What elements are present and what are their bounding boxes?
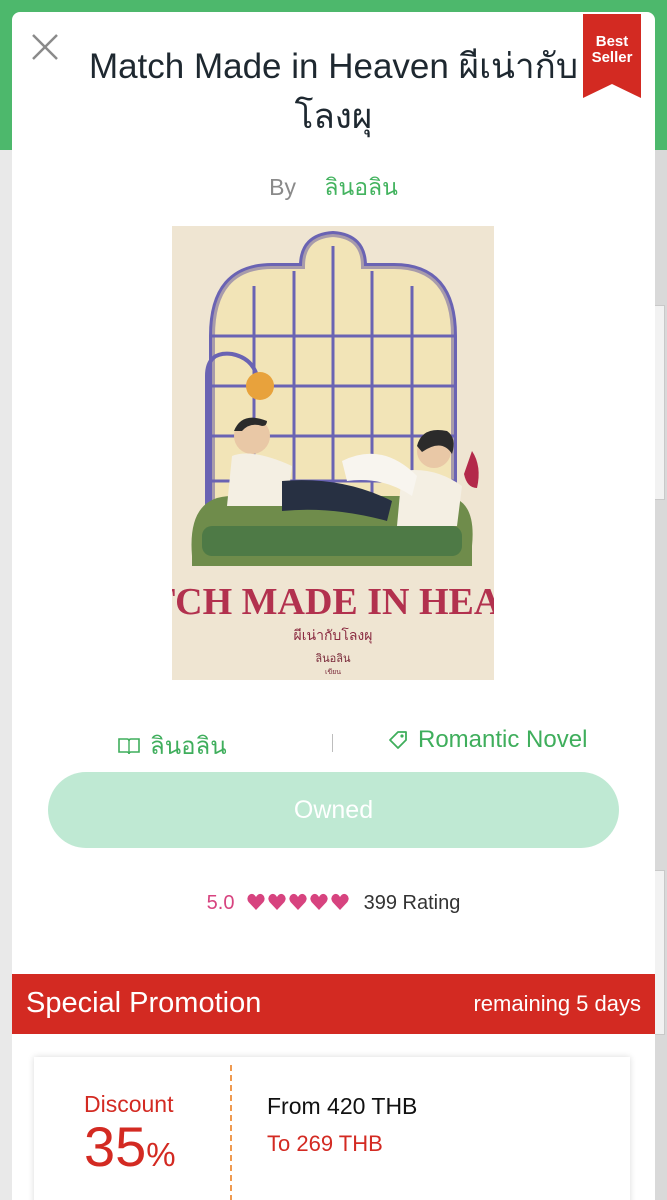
discount-label: Discount	[84, 1091, 174, 1117]
rating-row: 5.0 399 Rating	[12, 892, 655, 918]
heart-icon	[331, 893, 349, 910]
cover-subtitle: ผีเน่ากับโลงผุ	[294, 627, 373, 644]
meta-divider	[332, 734, 333, 752]
discounted-price: To 269 THB	[267, 1131, 383, 1156]
original-price: From 420 THB	[267, 1093, 418, 1119]
book-title: Match Made in Heaven ผีเน่ากับโลงผุ	[88, 47, 579, 136]
category-label: Romantic Novel	[418, 726, 588, 753]
cover-title: MATCH MADE IN HEAVEN	[172, 581, 494, 623]
book-cover-image[interactable]: MATCH MADE IN HEAVEN ผีเน่ากับโลงผุ ลินอ…	[172, 226, 494, 680]
heart-icon	[247, 893, 265, 910]
book-open-icon	[118, 737, 140, 754]
publisher-label: ลินอลิน	[150, 733, 227, 760]
owned-button[interactable]: Owned	[48, 772, 619, 848]
promotion-card: Discount 35% From 420 THB To 269 THB	[34, 1057, 630, 1200]
tag-icon	[389, 731, 407, 749]
special-promotion-bar: Special Promotion remaining 5 days	[12, 974, 655, 1034]
author-link[interactable]: ลินอลิน	[324, 174, 397, 200]
heart-icon	[310, 893, 328, 910]
publisher-link[interactable]: ลินอลิน	[118, 726, 227, 765]
byline: By ลินอลิน	[12, 170, 655, 206]
rating-count: 399 Rating	[363, 892, 461, 914]
book-detail-sheet: Best Seller Match Made in Heaven ผีเน่าก…	[12, 12, 655, 1200]
rating-score: 5.0	[206, 892, 235, 914]
close-button[interactable]	[30, 32, 60, 62]
heart-icon	[268, 893, 286, 910]
discount-unit: %	[146, 1136, 176, 1173]
cover-author-sub: เขียน	[325, 668, 341, 676]
discount-number: 35	[84, 1115, 147, 1178]
heart-icon	[289, 893, 307, 910]
by-label: By	[269, 174, 296, 200]
rating-hearts	[246, 892, 352, 918]
close-icon	[32, 34, 58, 60]
promotion-divider	[230, 1065, 232, 1200]
book-meta-row: ลินอลิน Romantic Novel	[12, 726, 655, 762]
cover-author: ลินอลิน	[315, 652, 351, 665]
category-link[interactable]: Romantic Novel	[388, 726, 587, 754]
promotion-label: Special Promotion	[26, 987, 262, 1019]
promotion-remaining: remaining 5 days	[473, 991, 641, 1016]
discount-value: 35%	[84, 1117, 176, 1185]
